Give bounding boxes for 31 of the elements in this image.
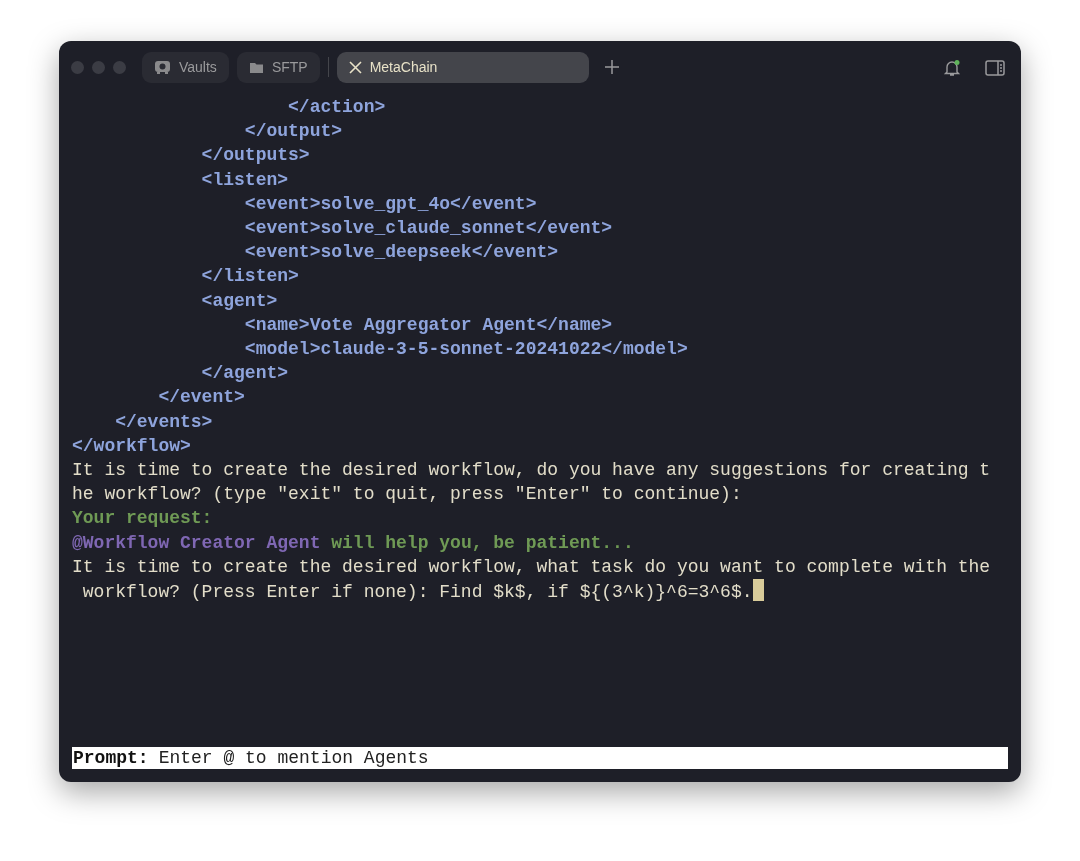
tab[interactable]: MetaChain	[336, 51, 589, 83]
prompt-input[interactable]: Enter @ to mention Agents	[148, 747, 1007, 769]
terminal-line: <event>solve_claude_sonnet</event>	[243, 217, 614, 240]
terminal-line: Your request:	[72, 507, 214, 531]
vault-icon	[154, 59, 171, 75]
prompt-field[interactable]: Prompt: Enter @ to mention Agents	[72, 747, 1008, 769]
terminal-line: </agent>	[200, 362, 290, 386]
terminal-line: It is time to create the desired workflow, do you have any suggestions for creating t	[72, 459, 992, 483]
terminal-line: <model>claude-3-5-sonnet-20241022</model>	[243, 338, 689, 362]
tab[interactable]: SFTP	[236, 51, 320, 83]
prompt-label: Prompt:	[73, 747, 149, 769]
terminal-line: <listen>	[200, 168, 290, 192]
terminal-line: </listen>	[200, 265, 300, 289]
tab[interactable]: Vaults	[142, 51, 229, 83]
terminal-line: <event>solve_gpt_4o</event>	[243, 192, 538, 216]
terminal-line: </workflow>	[72, 434, 192, 458]
terminal-line: </events>	[114, 410, 214, 434]
close-icon[interactable]	[348, 60, 362, 74]
plus-icon[interactable]	[604, 60, 619, 74]
terminal-line: <event>solve_deepseek</event>	[243, 241, 560, 265]
terminal-line: </event>	[157, 386, 246, 410]
terminal-line: </action>	[287, 96, 387, 119]
terminal-line: @Workflow Creator Agent will help you, be patient...	[72, 531, 635, 555]
terminal-line: It is time to create the desired workflow, what task do you want to complete with the	[72, 555, 992, 579]
terminal-line: </output>	[243, 120, 344, 144]
terminal-line: </outputs>	[200, 144, 311, 168]
terminal-line: workflow? (Press Enter if none): Find $k$, if ${(3^k)}^6=3^6$.	[72, 579, 1008, 605]
terminal-line: <agent>	[200, 289, 279, 313]
terminal-line: <name>Vote Aggregator Agent</name>	[243, 313, 614, 337]
terminal-line: he workflow? (type "exit" to quit, press "Enter" to continue):	[72, 483, 743, 507]
folder-icon	[248, 60, 264, 74]
